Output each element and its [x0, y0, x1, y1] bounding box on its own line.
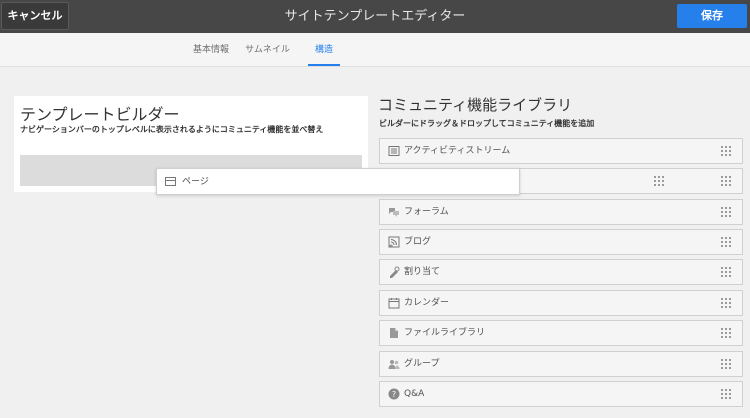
- blog-icon: [388, 236, 400, 248]
- group-icon: [388, 360, 400, 369]
- top-bar: サイトテンプレートエディター キャンセル 保存: [0, 0, 750, 33]
- qna-icon: ?: [388, 388, 400, 400]
- tab-basic-info[interactable]: 基本情報: [193, 33, 229, 66]
- library-item-label: Q&A: [404, 389, 425, 399]
- drag-handle-icon[interactable]: [721, 267, 733, 278]
- file-library-icon: [390, 328, 398, 338]
- drag-handle-icon[interactable]: [721, 237, 733, 248]
- library-title: コミュニティ機能ライブラリ: [378, 96, 573, 114]
- assignment-icon: [390, 266, 400, 278]
- library-item-group[interactable]: グループ: [379, 351, 743, 377]
- library-item-label: 割り当て: [404, 267, 441, 277]
- forum-icon: [389, 208, 399, 217]
- library-item-label: ファイルライブラリ: [404, 328, 486, 338]
- library-item-qna[interactable]: ? Q&A: [379, 381, 743, 407]
- dragged-page-item[interactable]: ページ: [156, 168, 664, 195]
- library-item-label: ブログ: [404, 237, 432, 247]
- library-item-activity-stream[interactable]: アクティビティストリーム: [379, 138, 743, 164]
- drag-handle-icon[interactable]: [721, 328, 733, 339]
- drag-handle-icon[interactable]: [654, 176, 666, 187]
- calendar-icon: [388, 298, 400, 309]
- library-item-forum[interactable]: フォーラム: [379, 199, 743, 225]
- drag-handle-icon[interactable]: [721, 207, 733, 218]
- library-item-calendar[interactable]: カレンダー: [379, 290, 743, 316]
- tab-bar: 基本情報 サムネイル 構造: [0, 33, 750, 67]
- library-item-label: カレンダー: [404, 298, 450, 308]
- library-item-label: フォーラム: [404, 207, 449, 217]
- tab-thumbnail[interactable]: サムネイル: [245, 33, 290, 66]
- library-description: ビルダーにドラッグ＆ドロップしてコミュニティ機能を追加: [379, 119, 595, 128]
- library-item-blog[interactable]: ブログ: [379, 229, 743, 255]
- library-item-file-library[interactable]: ファイルライブラリ: [379, 320, 743, 346]
- activity-stream-icon: [388, 146, 400, 156]
- drag-handle-icon[interactable]: [721, 146, 733, 157]
- builder-description: ナビゲーションバーのトップレベルに表示されるようにコミュニティ機能を並べ替え: [20, 125, 324, 134]
- library-item-label: アクティビティストリーム: [404, 146, 511, 156]
- dragged-item-label: ページ: [182, 177, 209, 187]
- tab-structure[interactable]: 構造: [308, 33, 340, 66]
- page-title: サイトテンプレートエディター: [284, 9, 466, 24]
- svg-text:?: ?: [392, 390, 396, 399]
- builder-title: テンプレートビルダー: [20, 105, 180, 124]
- library-item-label: グループ: [404, 359, 440, 369]
- save-button[interactable]: 保存: [677, 4, 747, 28]
- library-item-assignment[interactable]: 割り当て: [379, 259, 743, 285]
- drag-handle-icon[interactable]: [721, 298, 733, 309]
- drag-handle-icon[interactable]: [721, 389, 733, 400]
- cancel-button[interactable]: キャンセル: [1, 2, 69, 30]
- drag-handle-icon[interactable]: [721, 176, 733, 187]
- page-icon: [165, 177, 176, 186]
- drag-handle-icon[interactable]: [721, 359, 733, 370]
